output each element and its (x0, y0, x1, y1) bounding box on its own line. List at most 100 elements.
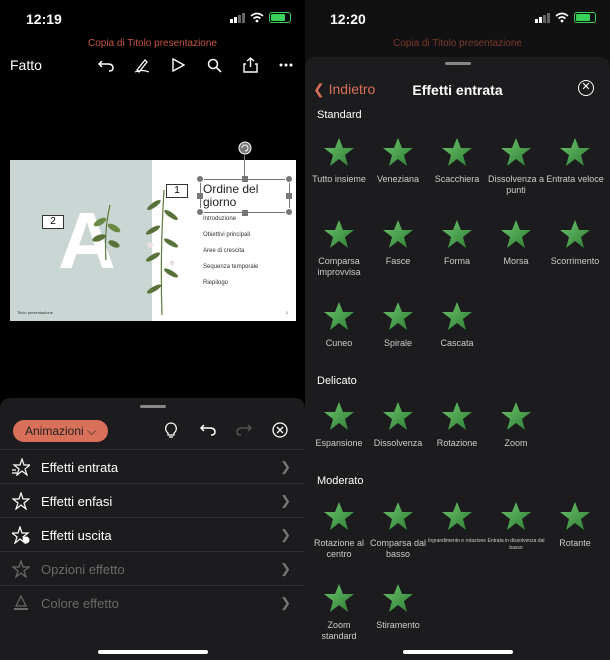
effect-tile[interactable]: Morsa (486, 215, 546, 267)
sheet-title: Effetti entrata (412, 82, 503, 98)
effect-star-icon (501, 502, 531, 530)
slide-agenda-item: Obiettivi principali (203, 232, 251, 238)
effect-tile[interactable]: Comparsa dal basso (368, 497, 428, 560)
animations-dropdown[interactable]: Animazioni ⌵ (13, 420, 109, 442)
effect-label: Fasce (385, 256, 411, 266)
effect-label: Scacchiera (434, 174, 480, 184)
effect-tile[interactable]: Espansione (309, 397, 369, 449)
star-entrance-icon (12, 458, 30, 476)
menu-item-effetti-uscita[interactable]: Effetti uscita ❯ (0, 517, 305, 551)
resize-handle[interactable] (286, 193, 292, 199)
slide-heading[interactable]: Ordine del giorno (203, 183, 283, 209)
undo-icon[interactable] (96, 56, 116, 74)
effect-tile[interactable]: Stiramento (368, 579, 428, 631)
effect-star-icon (560, 138, 590, 166)
effect-star-icon (442, 138, 472, 166)
effect-tile[interactable]: Dissolvenza a punti (486, 133, 546, 196)
effect-tile[interactable]: Entrata veloce (545, 133, 605, 185)
resize-handle[interactable] (242, 210, 248, 216)
done-button[interactable]: Fatto (10, 57, 42, 73)
fern-illustration (92, 204, 121, 260)
effect-tile[interactable]: Ingrandimento e rotazione (427, 497, 487, 545)
undo-icon[interactable] (199, 422, 216, 440)
effect-tile[interactable]: Fasce (368, 215, 428, 267)
star-options-icon (12, 560, 30, 578)
chevron-right-icon: ❯ (280, 595, 291, 610)
sheet-grabber[interactable] (140, 405, 166, 408)
animation-order-badge[interactable]: 1 (166, 184, 188, 198)
status-time: 12:19 (26, 11, 62, 27)
animations-sheet: Animazioni ⌵ Effetti entrata ❯ Effetti e… (0, 398, 305, 660)
effect-label: Dissolvenza (373, 438, 423, 448)
effect-tile[interactable]: Cascata (427, 297, 487, 349)
effect-star-icon (442, 502, 472, 530)
slide-canvas[interactable]: A 1 2 Ordine del giorno Introduzione Obi… (10, 160, 296, 321)
effect-label: Rotazione (436, 438, 478, 448)
share-icon[interactable] (240, 56, 260, 74)
effect-tile[interactable]: Zoom standard (309, 579, 369, 642)
menu-item-label: Effetti entrata (41, 460, 119, 475)
resize-handle[interactable] (196, 208, 204, 216)
effect-label: Cascata (440, 338, 474, 348)
play-icon[interactable] (168, 56, 188, 74)
effect-star-icon (442, 220, 472, 248)
close-icon[interactable]: ✕ (578, 80, 594, 96)
signal-icon (535, 12, 550, 23)
effect-tile[interactable]: Rotazione al centro (309, 497, 369, 560)
chevron-right-icon: ❯ (280, 459, 291, 474)
resize-handle[interactable] (285, 175, 293, 183)
menu-item-colore-effetto[interactable]: Colore effetto ❯ (0, 585, 305, 619)
effect-tile[interactable]: Scacchiera (427, 133, 487, 185)
effect-label: Rotante (559, 538, 591, 548)
effect-label: Spirale (383, 338, 412, 348)
effect-star-icon (442, 302, 472, 330)
left-screen: 12:19 Copia di Titolo presentazione Fatt… (0, 0, 305, 660)
effect-star-icon (501, 138, 531, 166)
effect-label: Scorrimento (550, 256, 600, 266)
effect-tile[interactable]: Zoom (486, 397, 546, 449)
section-title-delicato: Delicato (317, 375, 357, 387)
slide-agenda-item: Riepilogo (203, 280, 229, 286)
menu-item-label: Effetti enfasi (41, 494, 113, 509)
home-indicator (402, 650, 513, 654)
slide-agenda-item: Introduzione (203, 216, 237, 222)
effect-tile[interactable]: Cuneo (309, 297, 369, 349)
chevron-right-icon: ❯ (280, 493, 291, 508)
animation-order-badge[interactable]: 2 (42, 215, 64, 229)
effect-star-icon (383, 220, 413, 248)
effect-tile[interactable]: Scorrimento (545, 215, 605, 267)
menu-item-effetti-entrata[interactable]: Effetti entrata ❯ (0, 449, 305, 483)
effect-tile[interactable]: Veneziana (368, 133, 428, 185)
effect-tile[interactable]: Spirale (368, 297, 428, 349)
menu-item-label: Colore effetto (41, 596, 119, 611)
lightbulb-icon[interactable] (164, 422, 178, 443)
pen-icon[interactable] (132, 56, 152, 74)
status-time: 12:20 (330, 11, 366, 27)
close-icon[interactable] (272, 422, 288, 442)
more-icon[interactable] (276, 56, 296, 74)
resize-handle[interactable] (285, 208, 293, 216)
effect-tile[interactable]: Forma (427, 215, 487, 267)
effect-star-icon (383, 502, 413, 530)
effect-tile[interactable]: Rotante (545, 497, 605, 549)
effect-tile[interactable]: Rotazione (427, 397, 487, 449)
effect-star-icon (383, 584, 413, 612)
search-icon[interactable] (204, 56, 224, 74)
menu-item-label: Opzioni effetto (41, 562, 125, 577)
sheet-grabber[interactable] (445, 62, 471, 65)
menu-item-effetti-enfasi[interactable]: Effetti enfasi ❯ (0, 483, 305, 517)
effect-tile[interactable]: Tutto insieme (309, 133, 369, 185)
menu-item-opzioni-effetto[interactable]: Opzioni effetto ❯ (0, 551, 305, 585)
chevron-right-icon: ❯ (280, 561, 291, 576)
effect-tile[interactable]: Entrata in dissolvenza dal basso (486, 497, 546, 552)
effect-label: Dissolvenza a punti (487, 174, 545, 195)
section-title-standard: Standard (317, 109, 362, 121)
effect-tile[interactable]: Dissolvenza (368, 397, 428, 449)
status-bar: 12:19 (0, 0, 305, 38)
rotate-handle-icon[interactable] (238, 141, 252, 155)
effect-star-icon (383, 402, 413, 430)
effect-tile[interactable]: Comparsa improvvisa (309, 215, 369, 278)
effect-star-icon (324, 302, 354, 330)
status-icons (230, 12, 291, 23)
redo-icon[interactable] (236, 422, 253, 440)
